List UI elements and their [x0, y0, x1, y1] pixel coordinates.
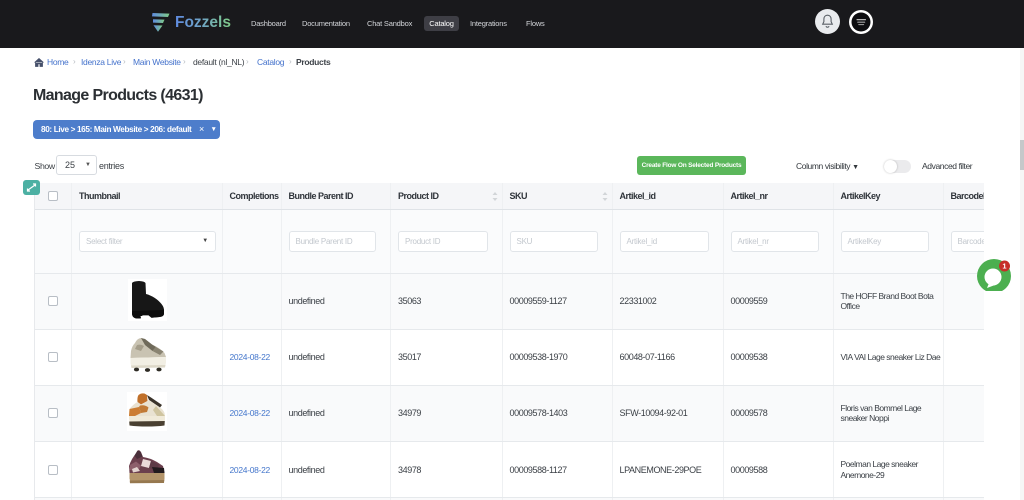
svg-text:1: 1 — [1002, 262, 1006, 271]
